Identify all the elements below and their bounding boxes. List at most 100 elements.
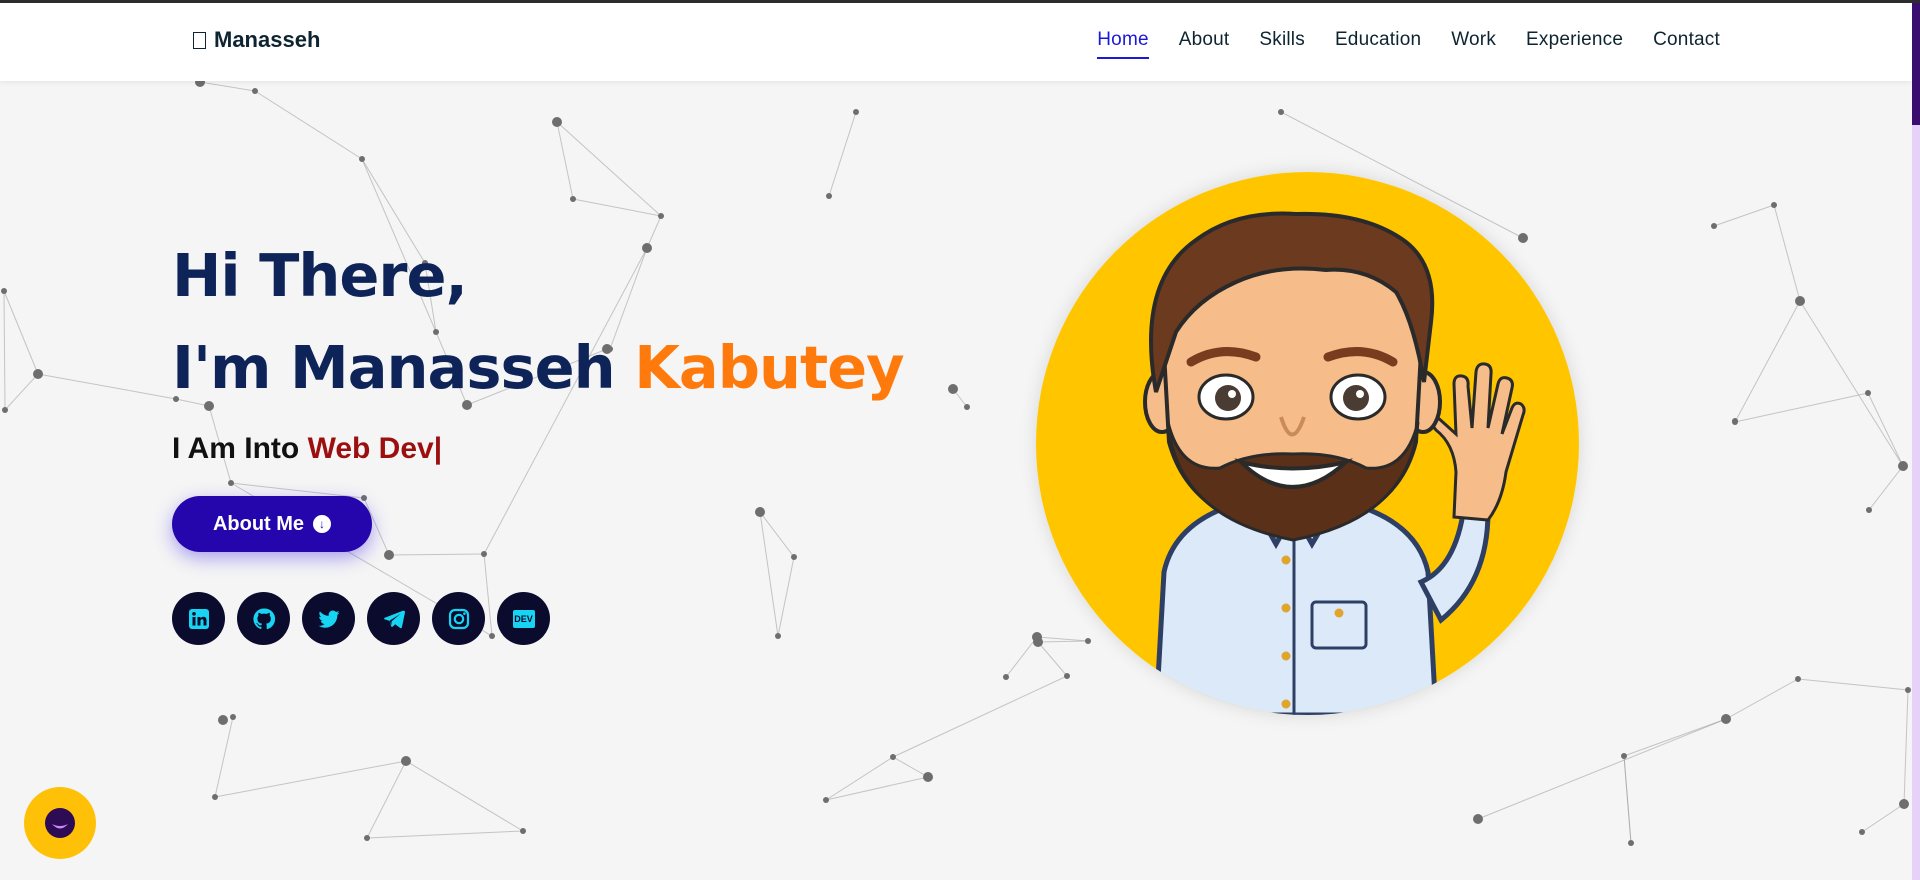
network-link [572, 198, 662, 217]
network-node [228, 480, 234, 486]
network-node [823, 797, 829, 803]
about-me-label: About Me [212, 512, 305, 535]
network-link [892, 756, 929, 778]
nav-education[interactable]: Education [1335, 29, 1421, 59]
brand-name: Manasseh [214, 27, 321, 52]
twitter-link[interactable] [302, 592, 355, 645]
network-node [1859, 829, 1865, 835]
network-link [1037, 640, 1089, 643]
network-node [1033, 637, 1043, 647]
linkedin-link[interactable] [172, 592, 225, 645]
telegram-icon [383, 610, 405, 628]
network-link [892, 675, 1068, 758]
network-link [214, 760, 407, 798]
network-node [890, 754, 896, 760]
network-node [1278, 109, 1284, 115]
network-node [1519, 234, 1525, 240]
network-link [759, 511, 779, 637]
about-me-button[interactable]: About Me ↓ [172, 496, 372, 552]
telegram-link[interactable] [367, 592, 420, 645]
network-link [3, 290, 39, 375]
network-link [1868, 465, 1904, 511]
nav-work[interactable]: Work [1451, 29, 1496, 59]
network-node [791, 554, 797, 560]
network-node [1865, 390, 1871, 396]
network-node [853, 109, 859, 115]
nav-skills[interactable]: Skills [1259, 29, 1305, 59]
network-link [37, 373, 177, 400]
network-link [828, 111, 857, 197]
waving-cartoon-avatar [1036, 172, 1579, 715]
network-link [366, 760, 407, 839]
network-link [4, 373, 39, 411]
network-node [1771, 202, 1777, 208]
network-node [948, 384, 958, 394]
network-node [1628, 840, 1634, 846]
network-node [1905, 687, 1911, 693]
network-link [1623, 718, 1727, 757]
network-node [1711, 223, 1717, 229]
network-link [1797, 678, 1909, 691]
network-link [1036, 636, 1089, 642]
network-link [366, 830, 524, 839]
network-node [359, 156, 365, 162]
network-node [570, 196, 576, 202]
network-node [642, 243, 652, 253]
social-links: DEV [172, 592, 550, 645]
instagram-link[interactable] [432, 592, 485, 645]
nav-experience[interactable]: Experience [1526, 29, 1623, 59]
twitter-icon [318, 610, 339, 628]
network-link [1903, 689, 1909, 805]
scrollbar-thumb[interactable] [1912, 3, 1920, 125]
network-link [388, 553, 485, 556]
network-node [33, 369, 43, 379]
network-link [1867, 392, 1904, 467]
scrollbar-track[interactable] [1912, 0, 1920, 880]
linkedin-icon [188, 608, 209, 629]
network-node [230, 714, 236, 720]
network-node [964, 404, 970, 410]
profile-avatar [1036, 172, 1579, 715]
hero-greeting: Hi There, [172, 241, 468, 310]
network-node [1732, 418, 1738, 424]
network-node [361, 495, 367, 501]
network-node [204, 401, 214, 411]
network-link [1799, 300, 1904, 467]
github-link[interactable] [237, 592, 290, 645]
network-node [1085, 638, 1091, 644]
network-node [1064, 673, 1070, 679]
network-link [1734, 392, 1869, 423]
nav-about[interactable]: About [1179, 29, 1230, 59]
hero-name-accent: Kabutey [634, 333, 904, 402]
network-node [1866, 507, 1872, 513]
typing-prefix: I Am Into [172, 432, 300, 465]
network-link [556, 121, 574, 200]
network-link [1623, 755, 1632, 844]
network-node [775, 633, 781, 639]
network-node [364, 835, 370, 841]
nav-contact[interactable]: Contact [1653, 29, 1720, 59]
network-node [2, 407, 8, 413]
brand-logo[interactable]: Manasseh [193, 27, 320, 53]
dev-link[interactable]: DEV [497, 592, 550, 645]
chat-widget-button[interactable] [24, 787, 96, 859]
network-link [646, 215, 662, 249]
nav-home[interactable]: Home [1097, 29, 1149, 59]
network-node [826, 193, 832, 199]
network-link [254, 90, 363, 160]
network-node [212, 794, 218, 800]
network-node [1795, 676, 1801, 682]
window-top-border [0, 0, 1920, 3]
network-node [218, 715, 228, 725]
network-link [3, 290, 6, 411]
network-node [481, 551, 487, 557]
network-link [1773, 204, 1801, 302]
network-link [214, 716, 234, 798]
hero-typing-line: I Am Into Web Dev| [172, 432, 442, 466]
network-node [552, 117, 562, 127]
github-icon [252, 607, 275, 629]
network-link [1037, 641, 1068, 677]
navbar: Manasseh Home About Skills Education Wor… [0, 3, 1912, 81]
network-node [923, 772, 933, 782]
network-link [1005, 636, 1038, 678]
